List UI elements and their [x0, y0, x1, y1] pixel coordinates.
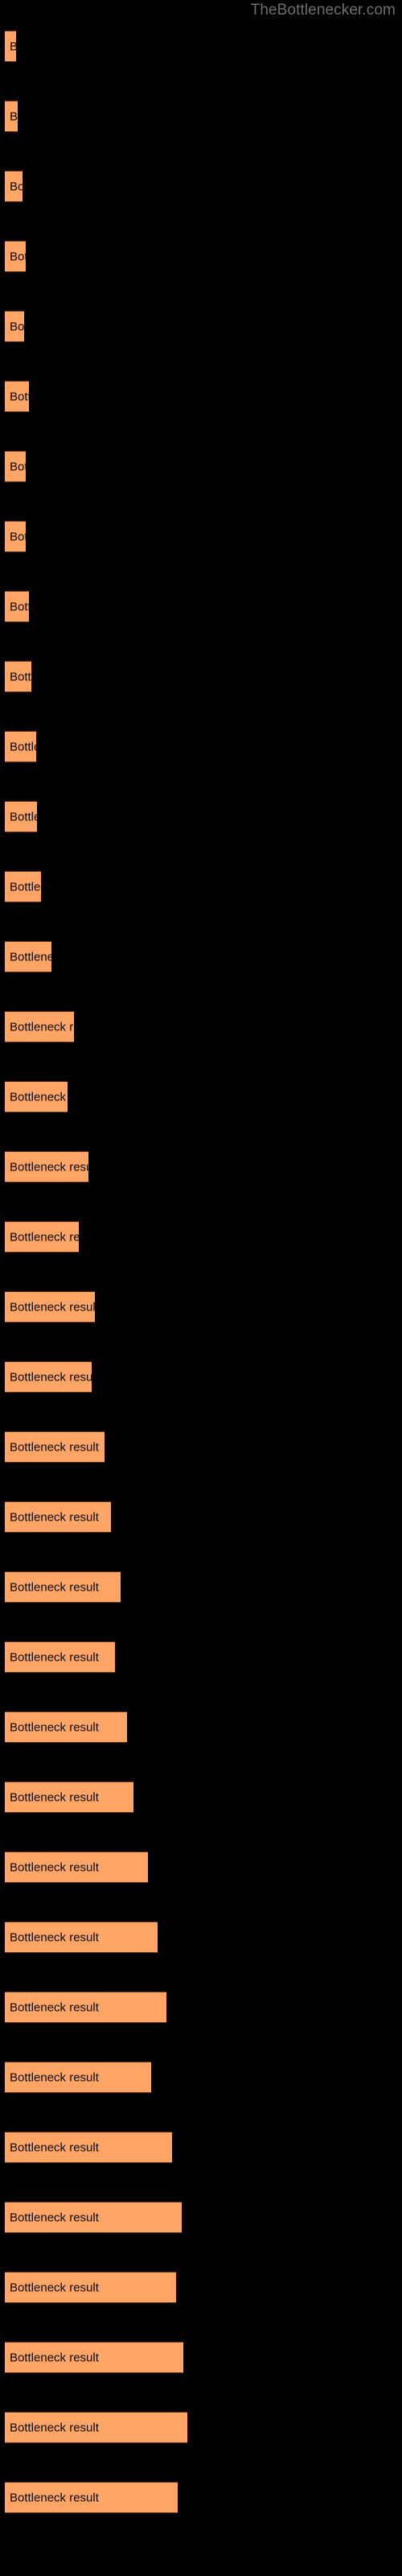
bar-bottleneck-result[interactable]: Bottleneck result	[5, 2272, 176, 2303]
bottleneck-bar-chart: Bottleneck result Bottleneck result Bottle…	[0, 0, 402, 2576]
bar-label: Bottleneck result	[10, 1160, 88, 1174]
bar-label: Bottleneck result	[10, 109, 18, 123]
bar-bottleneck-result[interactable]: Bottleneck result	[5, 241, 26, 272]
bar-label: Bottleneck result	[10, 1650, 99, 1664]
bar-bottleneck-result[interactable]: Bottleneck result	[5, 1011, 74, 1042]
bar-label: Bottleneck result	[10, 1300, 95, 1314]
bar-bottleneck-result[interactable]: Bottleneck result	[5, 1641, 115, 1673]
bar-label: Bottleneck result	[10, 1860, 99, 1874]
bar-bottleneck-result[interactable]: Bottleneck result	[5, 661, 31, 692]
bar-bottleneck-result[interactable]: Bottleneck result	[5, 2482, 178, 2513]
bar-label: Bottleneck result	[10, 250, 26, 263]
bar-label: Bottleneck result	[10, 2000, 99, 2014]
bar-bottleneck-result[interactable]: Bottleneck result	[5, 871, 41, 902]
bar-bottleneck-result[interactable]: Bottleneck result	[5, 1711, 127, 1743]
bar-label: Bottleneck result	[10, 2421, 99, 2434]
bar-label: Bottleneck result	[10, 950, 51, 964]
bar-bottleneck-result[interactable]: Bottleneck result	[5, 311, 24, 342]
bar-bottleneck-result[interactable]: Bottleneck result	[5, 171, 23, 202]
bar-bottleneck-result[interactable]: Bottleneck result	[5, 2132, 172, 2163]
bar-bottleneck-result[interactable]: Bottleneck result	[5, 731, 36, 762]
bar-label: Bottleneck result	[10, 2281, 99, 2294]
bar-bottleneck-result[interactable]: Bottleneck result	[5, 1081, 68, 1113]
bar-bottleneck-result[interactable]: Bottleneck result	[5, 1291, 95, 1323]
bar-bottleneck-result[interactable]: Bottleneck result	[5, 1501, 111, 1533]
bar-bottleneck-result[interactable]: Bottleneck result	[5, 381, 29, 412]
bar-label: Bottleneck result	[10, 390, 29, 403]
bar-bottleneck-result[interactable]: Bottleneck result	[5, 801, 37, 832]
bar-label: Bottleneck result	[10, 2351, 99, 2364]
bar-label: Bottleneck result	[10, 1580, 99, 1594]
bar-bottleneck-result[interactable]: Bottleneck result	[5, 1992, 166, 2023]
bar-bottleneck-result[interactable]: Bottleneck result	[5, 31, 16, 62]
bar-bottleneck-result[interactable]: Bottleneck result	[5, 591, 29, 622]
bar-bottleneck-result[interactable]: Bottleneck result	[5, 1571, 121, 1603]
bar-label: Bottleneck result	[10, 1090, 68, 1104]
bar-label: Bottleneck result	[10, 2140, 99, 2154]
bar-bottleneck-result[interactable]: Bottleneck result	[5, 1151, 88, 1183]
bar-label: Bottleneck result	[10, 1720, 99, 1734]
bar-label: Bottleneck result	[10, 1020, 74, 1034]
bar-label: Bottleneck result	[10, 670, 31, 683]
bar-bottleneck-result[interactable]: Bottleneck result	[5, 521, 26, 552]
bar-bottleneck-result[interactable]: Bottleneck result	[5, 1922, 158, 1953]
bar-label: Bottleneck result	[10, 1440, 99, 1454]
bar-bottleneck-result[interactable]: Bottleneck result	[5, 941, 51, 972]
bar-label: Bottleneck result	[10, 880, 41, 894]
bar-bottleneck-result[interactable]: Bottleneck result	[5, 1221, 79, 1253]
bar-bottleneck-result[interactable]: Bottleneck result	[5, 451, 26, 482]
bar-label: Bottleneck result	[10, 600, 29, 613]
bar-label: Bottleneck result	[10, 530, 26, 543]
bar-label: Bottleneck result	[10, 2070, 99, 2084]
bar-label: Bottleneck result	[10, 460, 26, 473]
bar-label: Bottleneck result	[10, 2211, 99, 2224]
bar-bottleneck-result[interactable]: Bottleneck result	[5, 1852, 148, 1883]
bar-label: Bottleneck result	[10, 1930, 99, 1944]
bar-bottleneck-result[interactable]: Bottleneck result	[5, 1431, 105, 1463]
bar-bottleneck-result[interactable]: Bottleneck result	[5, 101, 18, 132]
bar-label: Bottleneck result	[10, 180, 23, 193]
bar-bottleneck-result[interactable]: Bottleneck result	[5, 1781, 133, 1813]
bar-label: Bottleneck result	[10, 2491, 99, 2504]
bar-bottleneck-result[interactable]: Bottleneck result	[5, 2412, 187, 2443]
bar-bottleneck-result[interactable]: Bottleneck result	[5, 2342, 183, 2373]
bar-label: Bottleneck result	[10, 1510, 99, 1524]
bar-bottleneck-result[interactable]: Bottleneck result	[5, 2202, 182, 2233]
bar-label: Bottleneck result	[10, 1790, 99, 1804]
bar-label: Bottleneck result	[10, 810, 37, 824]
bar-bottleneck-result[interactable]: Bottleneck result	[5, 2062, 151, 2093]
bar-label: Bottleneck result	[10, 740, 36, 753]
bar-label: Bottleneck result	[10, 1230, 79, 1244]
bar-bottleneck-result[interactable]: Bottleneck result	[5, 1361, 92, 1393]
bar-label: Bottleneck result	[10, 320, 24, 333]
bar-label: Bottleneck result	[10, 39, 16, 53]
bar-label: Bottleneck result	[10, 1370, 92, 1384]
